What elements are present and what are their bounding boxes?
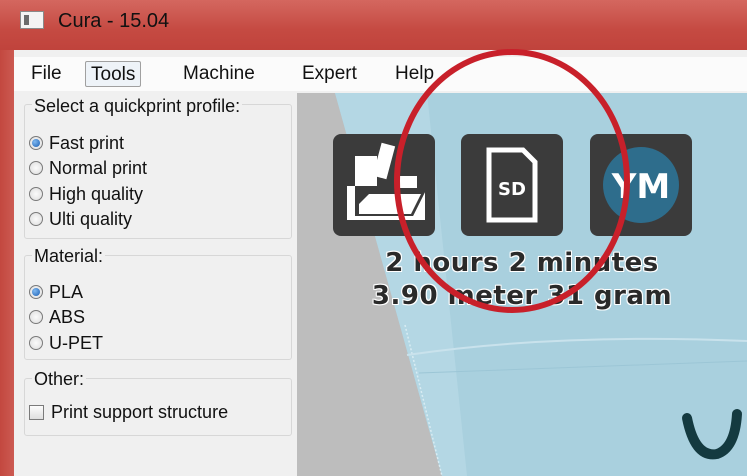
profile-option-label: Normal print [49,157,148,178]
material-option-label: ABS [49,306,86,327]
sd-label: SD [498,179,526,200]
radio-checked-icon[interactable] [29,136,43,150]
radio-icon[interactable] [29,310,43,324]
menu-machine[interactable]: Machine [178,61,260,87]
material-option-upet[interactable]: U-PET [29,331,103,355]
print-support-checkbox-row[interactable]: Print support structure [29,400,228,424]
sd-card-icon: SD [486,147,538,223]
settings-panel: Select a quickprint profile: Fast print … [20,93,295,476]
print-support-label: Print support structure [51,401,229,422]
profile-option-label: Fast print [49,132,125,153]
radio-icon[interactable] [29,212,43,226]
material-option-label: PLA [49,281,84,302]
other-group-label: Other: [32,369,87,390]
radio-icon[interactable] [29,187,43,201]
save-to-disk-icon [347,142,425,220]
window-title: Cura - 15.04 [58,10,170,32]
material-option-label: U-PET [49,332,103,353]
youmagine-icon: YM [603,147,679,223]
menu-help[interactable]: Help [390,61,439,87]
print-time-text: 2 hours 2 minutes [385,248,659,278]
material-group-label: Material: [32,246,106,267]
sd-card-button[interactable]: SD [461,134,563,236]
print-material-text: 3.90 meter 31 gram [371,281,673,311]
profile-option-label: Ulti quality [49,208,133,229]
profile-option-ulti[interactable]: Ulti quality [29,207,132,231]
radio-icon[interactable] [29,161,43,175]
menu-tools[interactable]: Tools [85,61,142,87]
ym-label: YM [611,167,670,207]
3d-viewport[interactable]: SD YM 2 hours 2 minutes 3.90 meter 31 gr… [297,93,747,476]
window-left-border [0,50,14,476]
cura-app-icon [20,11,44,29]
radio-checked-icon[interactable] [29,285,43,299]
profile-option-normal[interactable]: Normal print [29,156,147,180]
profile-option-high[interactable]: High quality [29,182,143,206]
menu-bar: File Tools Machine Expert Help [14,57,747,91]
youmagine-button[interactable]: YM [590,134,692,236]
save-to-disk-button[interactable] [333,134,435,236]
menu-expert[interactable]: Expert [297,61,362,87]
radio-icon[interactable] [29,336,43,350]
menu-file[interactable]: File [26,61,67,87]
title-bar: Cura - 15.04 [0,0,747,50]
profile-option-fast[interactable]: Fast print [29,131,124,155]
profile-option-label: High quality [49,183,144,204]
profile-group-label: Select a quickprint profile: [32,96,243,117]
material-option-pla[interactable]: PLA [29,280,83,304]
print-support-checkbox[interactable] [29,404,44,420]
material-option-abs[interactable]: ABS [29,305,85,329]
